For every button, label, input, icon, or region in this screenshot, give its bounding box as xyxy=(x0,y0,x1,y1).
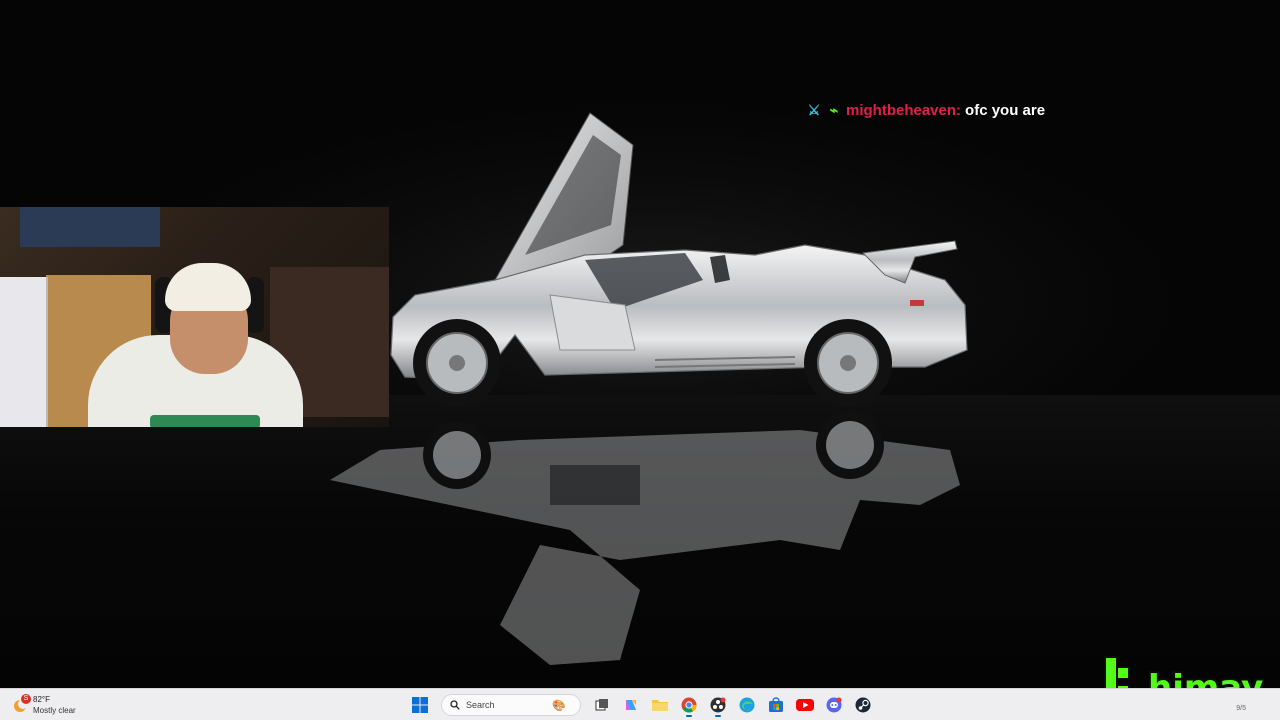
chat-message: ⚔ ⌁ mightbeheaven: ofc you are xyxy=(806,99,1045,121)
windows-start-icon xyxy=(412,697,428,713)
youtube-button[interactable] xyxy=(793,693,817,717)
microsoft-store-icon xyxy=(769,697,783,712)
weather-temperature: 82°F xyxy=(33,695,50,704)
notification-badge: S xyxy=(21,694,31,704)
lamborghini-countach-image xyxy=(390,112,968,407)
kick-channel-logo: himay xyxy=(1104,652,1280,688)
windows-taskbar: S 82°F Mostly clear 🎨 xyxy=(0,688,1280,720)
discord-icon xyxy=(826,697,842,713)
copilot-icon xyxy=(626,700,636,710)
start-button[interactable] xyxy=(408,693,432,717)
obs-icon xyxy=(710,697,726,713)
task-view-button[interactable] xyxy=(590,693,614,717)
kick-logo-icon xyxy=(1104,656,1134,688)
taskbar-apps: 🎨 xyxy=(408,692,875,718)
sword-badge-icon: ⚔ xyxy=(807,102,821,118)
task-view-icon xyxy=(595,699,608,711)
search-input[interactable] xyxy=(466,700,546,710)
chat-text: ofc you are xyxy=(965,101,1046,119)
search-highlight-icon: 🎨 xyxy=(552,699,566,712)
chat-username: mightbeheaven: xyxy=(846,101,962,119)
copilot-button[interactable] xyxy=(619,693,643,717)
file-explorer-button[interactable] xyxy=(648,693,672,717)
steam-icon xyxy=(855,697,871,713)
taskbar-search[interactable]: 🎨 xyxy=(441,694,581,716)
streamer-cap xyxy=(165,263,251,311)
channel-name: himay xyxy=(1148,668,1264,688)
chrome-icon xyxy=(681,697,697,713)
discord-button[interactable] xyxy=(822,693,846,717)
microsoft-store-button[interactable] xyxy=(764,693,788,717)
bolt-badge-icon: ⌁ xyxy=(829,102,839,118)
weather-condition: Mostly clear xyxy=(33,706,76,715)
car-reflection xyxy=(330,411,960,665)
folder-icon xyxy=(652,700,668,711)
chrome-button[interactable] xyxy=(677,693,701,717)
stream-scene: ⚔ ⌁ mightbeheaven: ofc you are himay xyxy=(0,0,1280,688)
taskbar-corner-text: 9/5 xyxy=(1236,705,1246,712)
search-icon xyxy=(450,700,460,710)
obs-button[interactable] xyxy=(706,693,730,717)
wall-posters xyxy=(20,207,160,247)
weather-widget[interactable]: S 82°F Mostly clear xyxy=(12,692,112,718)
edge-button[interactable] xyxy=(735,693,759,717)
youtube-icon xyxy=(796,699,814,711)
webcam-feed xyxy=(0,207,389,427)
whiteboard xyxy=(0,277,48,427)
edge-icon xyxy=(739,697,755,713)
shirt-print xyxy=(150,415,260,427)
steam-button[interactable] xyxy=(851,693,875,717)
